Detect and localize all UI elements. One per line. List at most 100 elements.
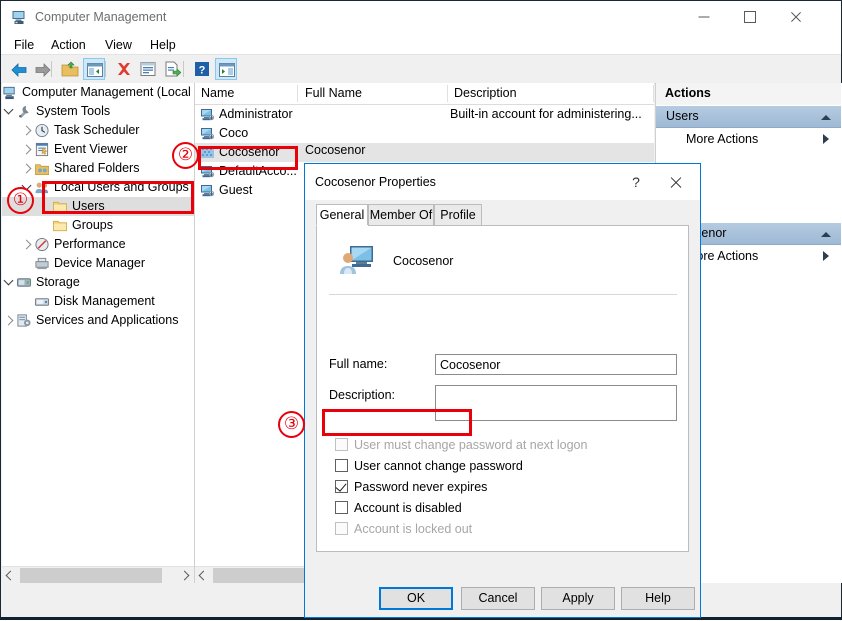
- tree-item-performance[interactable]: Performance: [2, 235, 194, 254]
- description-input[interactable]: [435, 385, 677, 421]
- tree-item-shared-folders[interactable]: Shared Folders: [2, 159, 194, 178]
- system-tools-icon: [16, 104, 32, 119]
- tree-item-computer-management-local[interactable]: Computer Management (Local: [2, 83, 194, 102]
- tab-member-of[interactable]: Member Of: [368, 204, 434, 226]
- collapse-triangle-icon[interactable]: [821, 115, 831, 120]
- cancel-button[interactable]: Cancel: [461, 587, 535, 610]
- chevron-down-icon[interactable]: [4, 277, 15, 288]
- dialog-title: Cocosenor Properties: [315, 175, 436, 189]
- scroll-left-arrow-icon[interactable]: [2, 567, 19, 584]
- chevron-down-icon[interactable]: [4, 106, 15, 117]
- tree-horizontal-scrollbar[interactable]: [2, 566, 194, 584]
- apply-button[interactable]: Apply: [541, 587, 615, 610]
- general-tab-panel: Cocosenor Full name:Description: User mu…: [316, 225, 689, 552]
- chevron-right-icon[interactable]: [22, 144, 33, 155]
- toolbar-delete-icon[interactable]: [113, 58, 135, 80]
- column-divider[interactable]: [447, 85, 448, 102]
- close-button[interactable]: [773, 1, 819, 32]
- dialog-close-button[interactable]: [660, 170, 692, 194]
- tab-general[interactable]: General: [316, 204, 368, 226]
- toolbar-show-console-tree-icon[interactable]: [83, 58, 105, 80]
- toolbar: ?: [1, 55, 841, 84]
- column-header-name[interactable]: Name: [201, 86, 234, 100]
- tree-item-groups[interactable]: Groups: [2, 216, 194, 235]
- checkbox-label: Password never expires: [354, 478, 487, 497]
- tab-profile[interactable]: Profile: [434, 204, 482, 226]
- ok-button[interactable]: OK: [379, 587, 453, 610]
- menu-item-file[interactable]: File: [9, 37, 39, 53]
- chevron-right-icon[interactable]: [22, 239, 33, 250]
- action-item-label: More Actions: [686, 128, 758, 150]
- chevron-glyph: [22, 164, 32, 174]
- menu-item-action[interactable]: Action: [46, 37, 91, 53]
- column-divider[interactable]: [297, 85, 298, 102]
- tree-item-label: System Tools: [36, 102, 110, 121]
- tree-item-users[interactable]: Users: [2, 197, 194, 216]
- chevron-down-icon[interactable]: [22, 182, 33, 193]
- maximize-button[interactable]: [727, 1, 773, 32]
- chevron-right-icon[interactable]: [4, 315, 15, 326]
- storage-icon: [16, 275, 32, 290]
- toolbar-properties-icon[interactable]: [137, 58, 159, 80]
- table-row[interactable]: Coco: [195, 124, 654, 143]
- menu-bar: File Action View Help: [1, 34, 841, 55]
- console-tree-pane: Computer Management (LocalSystem ToolsTa…: [2, 83, 195, 583]
- dialog-divider: [329, 294, 677, 295]
- scroll-right-arrow-icon[interactable]: [177, 567, 194, 584]
- user-icon: [200, 107, 216, 122]
- action-item-more-actions[interactable]: More Actions: [656, 128, 841, 150]
- submenu-arrow-icon[interactable]: [823, 134, 829, 144]
- actions-group-header[interactable]: Users: [656, 105, 841, 128]
- checkbox-box[interactable]: [335, 459, 348, 472]
- checkbox-box[interactable]: [335, 501, 348, 514]
- toolbar-forward-arrow-icon[interactable]: [31, 58, 53, 80]
- table-row[interactable]: Cocosenor: [195, 143, 654, 162]
- submenu-arrow-icon[interactable]: [823, 251, 829, 261]
- toolbar-back-arrow-icon[interactable]: [7, 58, 29, 80]
- svg-text:?: ?: [199, 65, 206, 77]
- tree-item-label: Groups: [72, 216, 113, 235]
- minimize-button[interactable]: [681, 1, 727, 32]
- tree-item-task-scheduler[interactable]: Task Scheduler: [2, 121, 194, 140]
- table-row[interactable]: AdministratorBuilt-in account for admini…: [195, 105, 654, 124]
- dialog-help-button[interactable]: ?: [622, 170, 650, 194]
- toolbar-show-action-pane-icon[interactable]: [215, 58, 237, 80]
- user-name-cell: Guest: [219, 181, 252, 200]
- scroll-left-arrow-icon[interactable]: [195, 567, 212, 584]
- toolbar-help-icon[interactable]: ?: [191, 58, 213, 80]
- toolbar-export-list-icon[interactable]: [161, 58, 183, 80]
- user-name-cell: DefaultAcco...: [219, 162, 297, 181]
- up-one-level-icon: [61, 60, 79, 78]
- tree-item-storage[interactable]: Storage: [2, 273, 194, 292]
- services-icon: [16, 313, 32, 328]
- help-button[interactable]: Help: [621, 587, 695, 610]
- full-name-input[interactable]: [435, 354, 677, 375]
- tree-item-local-users-and-groups[interactable]: Local Users and Groups: [2, 178, 194, 197]
- chevron-right-icon[interactable]: [22, 163, 33, 174]
- user-large-icon: [339, 243, 375, 277]
- actions-pane-header: Actions: [656, 83, 841, 106]
- list-column-header: Name Full Name Description: [195, 83, 654, 105]
- chevron-right-icon[interactable]: [22, 125, 33, 136]
- column-header-description[interactable]: Description: [454, 86, 517, 100]
- tree-item-system-tools[interactable]: System Tools: [2, 102, 194, 121]
- tree-item-event-viewer[interactable]: Event Viewer: [2, 140, 194, 159]
- tree-item-services-and-applications[interactable]: Services and Applications: [2, 311, 194, 330]
- computer-management-icon: [11, 9, 28, 25]
- column-header-full-name[interactable]: Full Name: [305, 86, 362, 100]
- tree-item-label: Device Manager: [54, 254, 145, 273]
- column-divider[interactable]: [653, 85, 654, 102]
- tree-item-disk-management[interactable]: Disk Management: [2, 292, 194, 311]
- chevron-glyph: [4, 105, 14, 115]
- toolbar-up-one-level-icon[interactable]: [59, 58, 81, 80]
- performance-icon: [34, 237, 50, 252]
- tree-item-device-manager[interactable]: Device Manager: [2, 254, 194, 273]
- menu-item-view[interactable]: View: [100, 37, 137, 53]
- delete-icon: [115, 60, 133, 78]
- chevron-glyph: [4, 316, 14, 326]
- checkbox-label: Account is locked out: [354, 520, 472, 539]
- collapse-triangle-icon[interactable]: [821, 232, 831, 237]
- checkbox-box[interactable]: [335, 480, 348, 493]
- menu-item-help[interactable]: Help: [145, 37, 181, 53]
- scroll-thumb[interactable]: [20, 568, 162, 583]
